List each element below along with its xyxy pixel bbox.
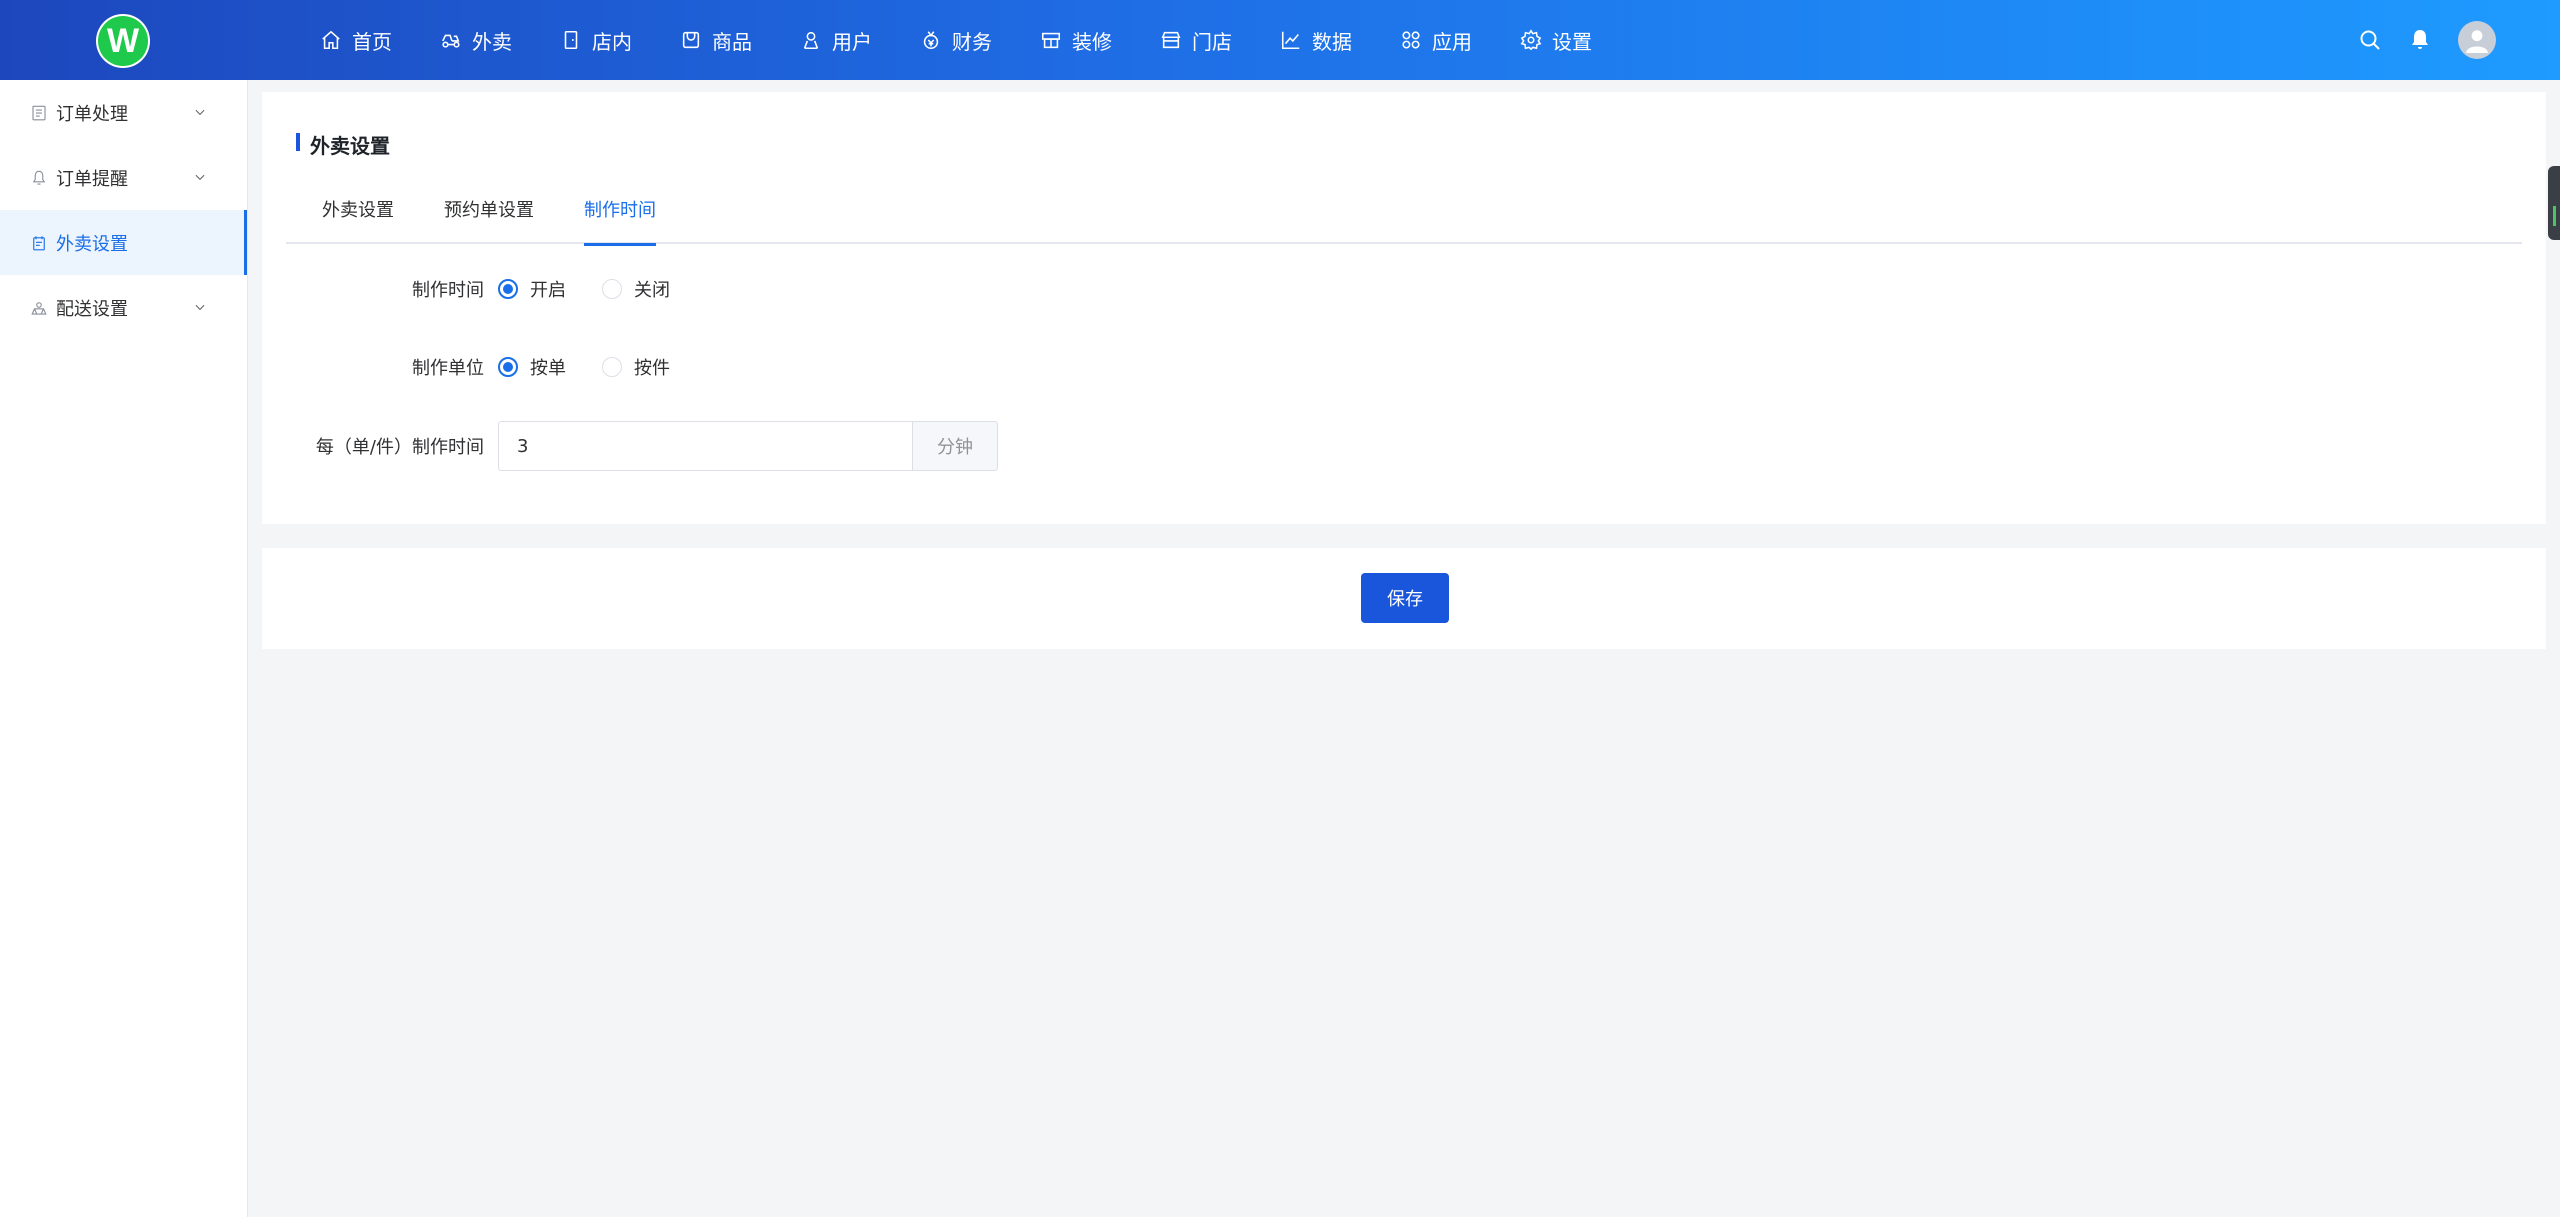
main-nav: 首页 外卖 店内 商品 用户 财务 装修 门店 数据 应用 设置 xyxy=(320,0,1640,80)
radio-dot xyxy=(602,279,622,299)
side-drawer-handle[interactable] xyxy=(2548,166,2560,240)
nav-item-settings[interactable]: 设置 xyxy=(1520,26,1592,55)
nav-item-user[interactable]: 用户 xyxy=(800,26,872,55)
nav-item-finance[interactable]: 财务 xyxy=(920,26,992,55)
chevron-down-icon xyxy=(195,174,205,181)
sidebar-item-delivery-settings[interactable]: 配送设置 xyxy=(0,275,247,340)
nav-item-shop[interactable]: 门店 xyxy=(1160,26,1232,55)
nav-item-apps[interactable]: 应用 xyxy=(1400,26,1472,55)
making-unit-row: 制作单位 按单 按件 xyxy=(262,354,706,380)
nav-item-data[interactable]: 数据 xyxy=(1280,26,1352,55)
radio-label: 按件 xyxy=(634,358,670,379)
settings-panel: 外卖设置 外卖设置 预约单设置 制作时间 制作时间 开启 关闭 制作单位 按单 … xyxy=(262,92,2546,524)
radio-label: 按单 xyxy=(530,358,566,379)
nav-item-decoration[interactable]: 装修 xyxy=(1040,26,1112,55)
per-time-input-group: 分钟 xyxy=(498,421,998,471)
logo[interactable]: W xyxy=(96,14,150,68)
radio-label: 开启 xyxy=(530,280,566,301)
top-header: W 首页 外卖 店内 商品 用户 财务 装修 门店 数据 应用 设置 xyxy=(0,0,2560,80)
nav-item-goods[interactable]: 商品 xyxy=(680,26,752,55)
save-bar: 保存 xyxy=(262,548,2546,649)
apps-icon xyxy=(1402,31,1420,49)
settings-icon xyxy=(1520,29,1542,51)
takeout-settings-icon xyxy=(33,235,45,250)
nav-label: 首页 xyxy=(352,29,392,54)
avatar[interactable] xyxy=(2458,21,2496,59)
page-title: 外卖设置 xyxy=(296,130,390,159)
bell-icon[interactable] xyxy=(2408,28,2432,52)
sidebar-item-label: 外卖设置 xyxy=(56,233,128,255)
per-time-label: 每（单/件）制作时间 xyxy=(315,437,484,458)
nav-label: 装修 xyxy=(1072,29,1112,54)
making-unit-label: 制作单位 xyxy=(412,358,484,379)
nav-item-home[interactable]: 首页 xyxy=(320,26,392,55)
tab-takeout-settings[interactable]: 外卖设置 xyxy=(322,194,394,244)
delivery-icon xyxy=(442,34,460,48)
store-in-icon xyxy=(564,30,578,50)
sidebar-item-takeout-settings[interactable]: 外卖设置 xyxy=(0,210,247,275)
nav-label: 设置 xyxy=(1552,29,1592,54)
bell-outline-icon xyxy=(32,170,46,185)
making-unit-per-order-radio[interactable]: 按单 xyxy=(498,354,566,380)
radio-dot xyxy=(498,357,518,377)
search-icon[interactable] xyxy=(2358,28,2382,52)
per-time-row: 每（单/件）制作时间 分钟 xyxy=(262,421,998,471)
sidebar-item-order-processing[interactable]: 订单处理 xyxy=(0,80,247,145)
making-time-on-radio[interactable]: 开启 xyxy=(498,276,566,302)
nav-label: 门店 xyxy=(1192,29,1232,54)
radio-label: 关闭 xyxy=(634,280,670,301)
finance-icon xyxy=(923,31,939,50)
nav-label: 用户 xyxy=(832,29,872,54)
minutes-suffix: 分钟 xyxy=(912,421,998,471)
radio-dot xyxy=(602,357,622,377)
shop-icon xyxy=(1161,31,1181,49)
order-icon xyxy=(32,105,46,120)
sidebar: 订单处理 订单提醒 外卖设置 配送设置 xyxy=(0,80,248,1217)
nav-label: 应用 xyxy=(1432,29,1472,54)
decoration-icon xyxy=(1041,32,1061,49)
radio-dot xyxy=(498,279,518,299)
nav-item-delivery[interactable]: 外卖 xyxy=(440,26,512,55)
user-icon xyxy=(803,31,819,50)
tab-bar: 外卖设置 预约单设置 制作时间 xyxy=(286,194,2522,246)
tab-making-time[interactable]: 制作时间 xyxy=(584,194,656,246)
delivery-settings-icon xyxy=(31,301,47,315)
making-unit-per-item-radio[interactable]: 按件 xyxy=(602,354,670,380)
sidebar-item-label: 订单处理 xyxy=(56,103,128,125)
nav-label: 财务 xyxy=(952,29,992,54)
chevron-down-icon xyxy=(195,109,205,116)
user-avatar-icon xyxy=(2466,30,2488,53)
chevron-down-icon xyxy=(195,304,205,311)
save-button[interactable]: 保存 xyxy=(1361,573,1449,623)
tab-reservation-settings[interactable]: 预约单设置 xyxy=(444,194,534,244)
logo-mark: W xyxy=(98,16,148,66)
goods-icon xyxy=(682,31,700,49)
nav-label: 外卖 xyxy=(472,29,512,54)
sidebar-item-order-reminder[interactable]: 订单提醒 xyxy=(0,145,247,210)
nav-label: 数据 xyxy=(1312,29,1352,54)
making-time-row: 制作时间 开启 关闭 xyxy=(262,276,706,302)
chart-icon xyxy=(1281,31,1300,50)
nav-item-store-in[interactable]: 店内 xyxy=(560,26,632,55)
header-actions xyxy=(2358,0,2496,80)
nav-label: 商品 xyxy=(712,29,752,54)
making-time-off-radio[interactable]: 关闭 xyxy=(602,276,670,302)
sidebar-item-label: 配送设置 xyxy=(56,298,128,320)
home-icon xyxy=(322,30,340,50)
nav-label: 店内 xyxy=(592,29,632,54)
sidebar-item-label: 订单提醒 xyxy=(56,168,128,190)
per-time-input[interactable] xyxy=(498,421,912,471)
making-time-label: 制作时间 xyxy=(412,280,484,301)
